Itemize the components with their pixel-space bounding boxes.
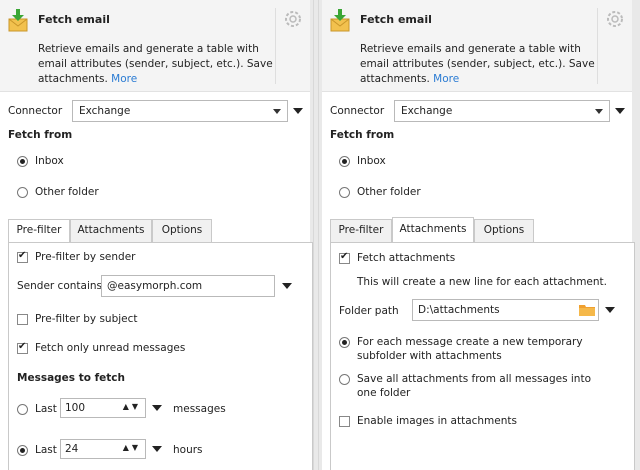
last-messages-stepper[interactable]: 100 ▲▼: [60, 398, 146, 418]
enable-images-label: Enable images in attachments: [357, 415, 517, 427]
last-messages-menu-icon[interactable]: [152, 405, 162, 411]
more-link[interactable]: More: [111, 73, 137, 85]
connector-label: Connector: [8, 105, 63, 117]
folder-icon[interactable]: [579, 303, 595, 316]
prefilter-sender-label: Pre-filter by sender: [35, 251, 136, 263]
fetch-from-heading: Fetch from: [8, 129, 73, 141]
action-header: Fetch email Retrieve emails and generate…: [322, 0, 632, 92]
download-mail-icon: [8, 9, 28, 32]
more-link[interactable]: More: [433, 73, 459, 85]
tab-options[interactable]: Options: [152, 219, 212, 242]
fetch-attachments-checkbox[interactable]: [339, 251, 350, 264]
left-panel: Fetch email Retrieve emails and generate…: [0, 0, 313, 470]
other-folder-radio[interactable]: [17, 187, 28, 198]
single-folder-radio[interactable]: [339, 374, 350, 385]
last-hours-radio[interactable]: [17, 445, 28, 456]
chevron-down-icon: [273, 109, 281, 114]
subfolder-per-message-label: For each message create a new temporary …: [357, 336, 583, 362]
inbox-radio[interactable]: [339, 156, 350, 167]
connector-label: Connector: [330, 105, 385, 117]
other-folder-radio[interactable]: [339, 187, 350, 198]
tab-attachments[interactable]: Attachments: [70, 219, 152, 242]
fetch-from-heading: Fetch from: [330, 129, 395, 141]
connector-select[interactable]: Exchange: [72, 100, 288, 122]
prefilter-subject-checkbox[interactable]: [17, 314, 28, 325]
hours-unit-label: hours: [173, 444, 203, 456]
folder-path-menu-icon[interactable]: [605, 307, 615, 313]
tab-pre-filter[interactable]: Pre-filter: [330, 219, 392, 242]
messages-unit-label: messages: [173, 403, 226, 415]
last-messages-radio[interactable]: [17, 404, 28, 415]
inbox-label: Inbox: [357, 155, 386, 167]
connector-menu-icon[interactable]: [293, 108, 303, 114]
folder-path-input[interactable]: D:\attachments: [412, 299, 599, 321]
enable-images-checkbox[interactable]: [339, 416, 350, 427]
download-mail-icon: [330, 9, 350, 32]
sender-contains-input[interactable]: @easymorph.com: [101, 275, 275, 297]
header-title: Fetch email: [38, 13, 110, 26]
last-hours-menu-icon[interactable]: [152, 446, 162, 452]
inbox-label: Inbox: [35, 155, 64, 167]
action-header: Fetch email Retrieve emails and generate…: [0, 0, 310, 92]
other-folder-label: Other folder: [357, 186, 421, 198]
right-panel: Fetch email Retrieve emails and generate…: [322, 0, 635, 470]
unread-only-checkbox[interactable]: [17, 341, 28, 354]
unread-only-label: Fetch only unread messages: [35, 342, 186, 354]
folder-path-label: Folder path: [339, 305, 399, 317]
last-messages-label: Last: [35, 403, 57, 415]
fetch-attachments-label: Fetch attachments: [357, 252, 456, 264]
prefilter-sender-checkbox[interactable]: [17, 250, 28, 263]
tab-attachments[interactable]: Attachments: [392, 217, 474, 243]
sender-contains-label: Sender contains: [17, 280, 103, 292]
connector-select[interactable]: Exchange: [394, 100, 610, 122]
header-title: Fetch email: [360, 13, 432, 26]
last-hours-label: Last: [35, 444, 57, 456]
prefilter-subject-label: Pre-filter by subject: [35, 313, 138, 325]
panel-divider: [313, 0, 319, 470]
last-hours-stepper[interactable]: 24 ▲▼: [60, 439, 146, 459]
attachments-note: This will create a new line for each att…: [357, 276, 608, 288]
sender-menu-icon[interactable]: [282, 283, 292, 289]
inbox-radio[interactable]: [17, 156, 28, 167]
stepper-arrows-icon[interactable]: ▲▼: [123, 402, 141, 411]
gear-icon[interactable]: [606, 10, 624, 28]
tab-pre-filter[interactable]: Pre-filter: [8, 219, 70, 243]
tab-options[interactable]: Options: [474, 219, 534, 242]
other-folder-label: Other folder: [35, 186, 99, 198]
messages-to-fetch-heading: Messages to fetch: [17, 372, 125, 384]
chevron-down-icon: [595, 109, 603, 114]
stepper-arrows-icon[interactable]: ▲▼: [123, 443, 141, 452]
connector-menu-icon[interactable]: [615, 108, 625, 114]
subfolder-per-message-radio[interactable]: [339, 337, 350, 348]
gear-icon[interactable]: [284, 10, 302, 28]
header-description: Retrieve emails and generate a table wit…: [38, 43, 273, 85]
header-description: Retrieve emails and generate a table wit…: [360, 43, 595, 85]
single-folder-label: Save all attachments from all messages i…: [357, 373, 592, 399]
